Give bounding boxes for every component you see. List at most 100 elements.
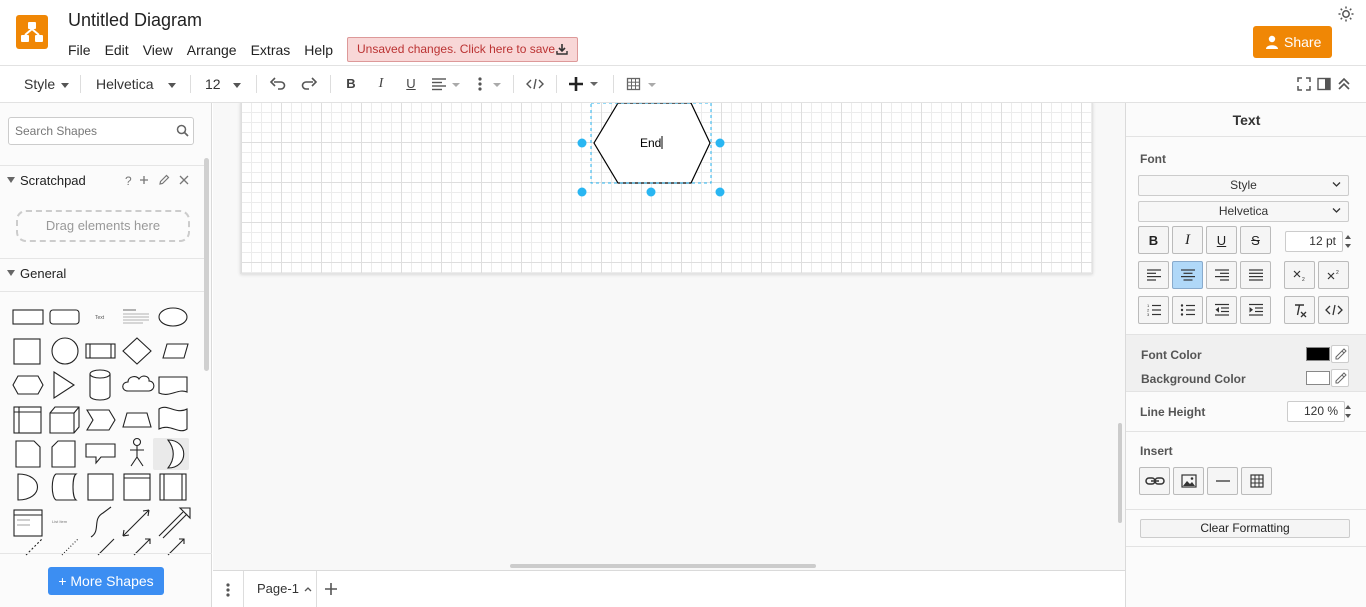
container-shape[interactable]	[87, 473, 114, 501]
indent-button[interactable]	[1240, 296, 1271, 324]
diagram-canvas[interactable]: End	[213, 103, 1125, 570]
menu-edit[interactable]: Edit	[105, 41, 129, 59]
font-size-input[interactable]: 12 pt	[1285, 231, 1343, 252]
font-color-swatch[interactable]	[1306, 347, 1330, 361]
numbered-list-button[interactable]: 123	[1138, 296, 1169, 324]
list-shape[interactable]	[13, 509, 43, 537]
insert-link-button[interactable]	[1139, 467, 1170, 495]
scratchpad-drop-zone[interactable]: Drag elements here	[16, 210, 190, 242]
insert-plus-icon[interactable]	[568, 75, 602, 93]
subscript-button[interactable]: 2	[1284, 261, 1315, 289]
bold-icon[interactable]: B	[342, 75, 360, 93]
resize-handle-se[interactable]	[715, 187, 725, 197]
superscript-button[interactable]: 2	[1318, 261, 1349, 289]
chevron-up-icon[interactable]	[304, 586, 312, 592]
text-shape[interactable]: Text	[95, 315, 105, 321]
outdent-button[interactable]	[1206, 296, 1237, 324]
menu-arrange[interactable]: Arrange	[187, 41, 237, 59]
search-shapes-input[interactable]	[8, 117, 194, 145]
background-color-swatch[interactable]	[1306, 371, 1330, 385]
background-color-picker[interactable]	[1331, 369, 1349, 387]
search-icon[interactable]	[176, 124, 189, 137]
resize-handle-sw[interactable]	[577, 187, 587, 197]
format-panel-toggle-icon[interactable]	[1315, 75, 1333, 93]
underline-button[interactable]: U	[1206, 226, 1237, 254]
clear-formatting-button[interactable]: Clear Formatting	[1140, 519, 1350, 538]
parallelogram-shape[interactable]	[162, 343, 189, 359]
curve-shape[interactable]	[90, 506, 112, 538]
insert-image-button[interactable]	[1173, 467, 1204, 495]
edit-pencil-icon[interactable]	[158, 174, 170, 186]
menu-help[interactable]: Help	[304, 41, 333, 59]
add-page-icon[interactable]	[324, 582, 338, 596]
cube-shape[interactable]	[49, 406, 80, 434]
add-icon[interactable]	[139, 175, 149, 185]
strikethrough-button[interactable]: S	[1240, 226, 1271, 254]
menu-extras[interactable]: Extras	[251, 41, 291, 59]
align-left-button[interactable]	[1138, 261, 1169, 289]
resize-handle-e[interactable]	[715, 138, 725, 148]
diagram-title[interactable]: Untitled Diagram	[68, 10, 202, 31]
menu-file[interactable]: File	[68, 41, 91, 59]
trapezoid-shape[interactable]	[122, 412, 152, 428]
square-shape[interactable]	[13, 338, 41, 365]
thick-arrow-shape[interactable]	[158, 507, 191, 539]
underline-icon[interactable]: U	[402, 75, 420, 93]
style-select[interactable]: Style	[1138, 175, 1349, 196]
cylinder-shape[interactable]	[89, 369, 111, 401]
menu-view[interactable]: View	[143, 41, 173, 59]
justify-button[interactable]	[1240, 261, 1271, 289]
resize-handle-w[interactable]	[577, 138, 587, 148]
delay-shape[interactable]	[17, 473, 38, 501]
bold-button[interactable]: B	[1138, 226, 1169, 254]
more-shapes-button[interactable]: + More Shapes	[48, 567, 164, 595]
insert-horizontal-rule-button[interactable]	[1207, 467, 1238, 495]
vertical-scrollbar[interactable]	[1118, 423, 1122, 523]
resize-handle-s[interactable]	[646, 187, 656, 197]
ellipse-shape[interactable]	[158, 307, 188, 327]
insert-table-button[interactable]	[1241, 467, 1272, 495]
step-shape[interactable]	[86, 409, 116, 431]
hexagon-shape[interactable]	[12, 375, 44, 395]
scratchpad-section-header[interactable]: Scratchpad ?	[0, 165, 204, 195]
rectangle-shape[interactable]	[12, 309, 44, 325]
align-dropdown-icon[interactable]	[430, 75, 462, 93]
sidebar-scrollbar[interactable]	[204, 158, 209, 371]
diamond-shape[interactable]	[122, 337, 152, 365]
drawio-logo[interactable]	[16, 15, 48, 49]
collapse-up-icon[interactable]	[1335, 75, 1353, 93]
data-storage-shape[interactable]	[51, 473, 78, 501]
page-tab-1[interactable]: Page-1	[243, 571, 317, 607]
unsaved-changes-button[interactable]: Unsaved changes. Click here to save.	[347, 37, 578, 62]
line-height-spinner-icon[interactable]	[1344, 401, 1352, 422]
horizontal-scrollbar[interactable]	[510, 564, 816, 568]
font-size-dropdown[interactable]: 12	[205, 66, 241, 102]
list-item-shape[interactable]: List Item	[52, 519, 68, 524]
close-icon[interactable]	[179, 175, 189, 185]
circle-shape[interactable]	[51, 337, 79, 365]
font-family-dropdown[interactable]: Helvetica	[96, 66, 176, 102]
general-section-header[interactable]: General	[0, 258, 204, 291]
pages-menu-icon[interactable]	[225, 582, 231, 598]
document-shape[interactable]	[158, 376, 188, 395]
textbox-shape[interactable]	[123, 309, 149, 324]
bulleted-list-button[interactable]	[1172, 296, 1203, 324]
help-icon[interactable]: ?	[125, 174, 132, 188]
rounded-rectangle-shape[interactable]	[49, 309, 80, 325]
font-size-spinner-icon[interactable]	[1344, 231, 1352, 252]
internal-storage-shape[interactable]	[13, 406, 42, 434]
font-family-select[interactable]: Helvetica	[1138, 201, 1349, 222]
remove-format-button[interactable]	[1284, 296, 1315, 324]
fullscreen-icon[interactable]	[1295, 75, 1313, 93]
italic-icon[interactable]: I	[372, 75, 390, 93]
html-code-icon[interactable]	[525, 75, 545, 93]
redo-icon[interactable]	[300, 75, 318, 93]
style-dropdown[interactable]: Style	[24, 66, 70, 102]
italic-button[interactable]: I	[1172, 226, 1203, 254]
triangle-shape[interactable]	[53, 370, 76, 400]
shape-text-editor[interactable]: End	[640, 136, 661, 150]
process-shape[interactable]	[85, 343, 116, 359]
vertical-container-shape[interactable]	[159, 473, 187, 501]
html-source-button[interactable]	[1318, 296, 1349, 324]
card-shape[interactable]	[51, 440, 76, 468]
